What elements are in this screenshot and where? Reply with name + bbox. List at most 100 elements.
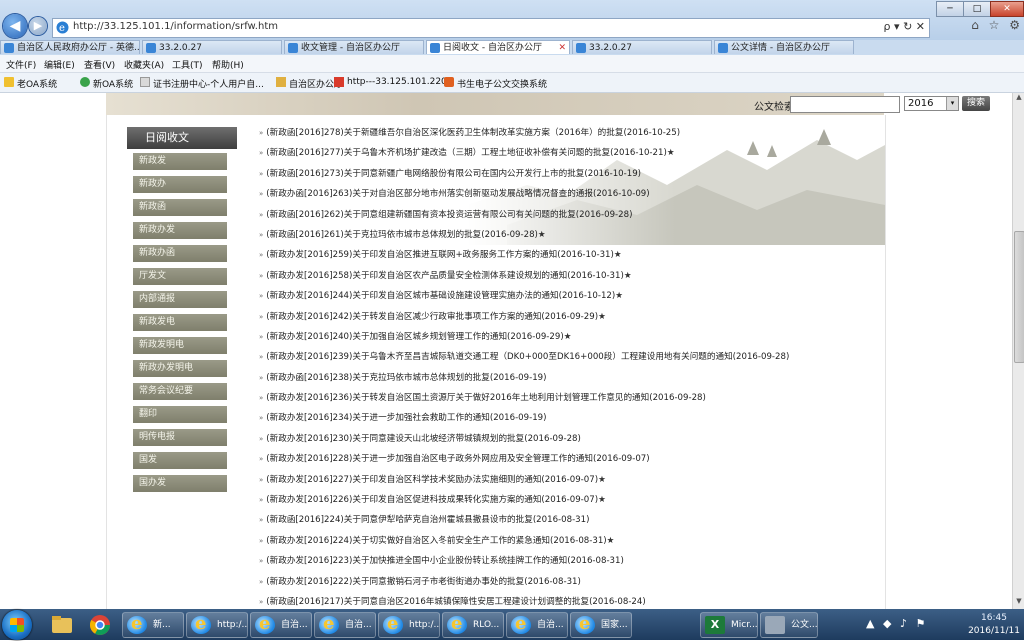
document-row[interactable]: » (新政办发[2016]236)关于转发自治区国土资源厅关于做好2016年土地利… (259, 388, 879, 408)
network-icon[interactable]: ▲ (866, 617, 874, 630)
tools-icon[interactable]: ⚙ (1009, 18, 1020, 32)
minimize-button[interactable]: ─ (936, 1, 964, 17)
menu-favorites[interactable]: 收藏夹(A) (124, 58, 164, 71)
taskbar-item[interactable]: 自治... (250, 612, 312, 638)
document-row[interactable]: » (新政函[2016]273)关于同意新疆广电网络股份有限公司在国内公开发行上市… (259, 164, 879, 184)
menu-edit[interactable]: 编辑(E) (44, 58, 75, 71)
document-row[interactable]: » (新政办发[2016]234)关于进一步加强社会救助工作的通知(2016-09… (259, 408, 879, 428)
clock-time[interactable]: 16:45 (966, 613, 1022, 623)
document-row[interactable]: » (新政办发[2016]223)关于加快推进全国中小企业股份转让系统挂牌工作的通… (259, 551, 879, 571)
document-row[interactable]: » (新政办发[2016]259)关于印发自治区推进互联网+政务服务工作方案的通知… (259, 245, 879, 265)
tab-3[interactable]: 收文管理 - 自治区办公厅 (284, 40, 424, 54)
nav-item-3[interactable]: 新政函 (133, 199, 227, 216)
taskbar-item[interactable]: 国家... (570, 612, 632, 638)
taskbar-item[interactable]: 新... (122, 612, 184, 638)
volume-icon[interactable]: ♪ (900, 617, 907, 630)
document-row[interactable]: » (新政办发[2016]242)关于转发自治区减少行政审批事项工作方案的通知(2… (259, 307, 879, 327)
document-link[interactable]: (新政办发[2016]244)关于印发自治区城市基础设施建设管理实施办法的通知(… (266, 291, 615, 301)
scroll-down-icon[interactable]: ▼ (1014, 597, 1024, 609)
document-link[interactable]: (新政函[2016]273)关于同意新疆广电网络股份有限公司在国内公开发行上市的… (266, 169, 641, 179)
document-row[interactable]: » (新政办发[2016]239)关于乌鲁木齐至昌吉城际轨道交通工程（DK0+00… (259, 347, 879, 367)
nav-item-12[interactable]: 翻印 (133, 406, 227, 423)
dropdown-icon[interactable]: ▾ (894, 20, 900, 33)
document-link[interactable]: (新政函[2016]262)关于同意组建新疆国有资本投资运营有限公司有关问题的批… (266, 210, 632, 220)
document-row[interactable]: » (新政办发[2016]244)关于印发自治区城市基础设施建设管理实施办法的通知… (259, 286, 879, 306)
document-row[interactable]: » (新政办发[2016]226)关于印发自治区促进科技成果转化实施方案的通知(2… (259, 490, 879, 510)
document-link[interactable]: (新政办发[2016]226)关于印发自治区促进科技成果转化实施方案的通知(20… (266, 495, 598, 505)
document-link[interactable]: (新政办发[2016]258)关于印发自治区农产品质量安全检测体系建设规划的通知… (266, 271, 624, 281)
taskbar-item[interactable]: X Micr... (700, 612, 758, 638)
document-row[interactable]: » (新政函[2016]262)关于同意组建新疆国有资本投资运营有限公司有关问题的… (259, 205, 879, 225)
nav-item-10[interactable]: 新政办发明电 (133, 360, 227, 377)
search-input[interactable] (790, 96, 900, 113)
address-url[interactable]: http://33.125.101.1/information/srfw.htm (73, 21, 278, 32)
security-icon[interactable]: ◆ (883, 617, 891, 630)
document-row[interactable]: » (新政函[2016]277)关于乌鲁木齐机场扩建改造（三期）工程土地征收补偿有… (259, 143, 879, 163)
document-link[interactable]: (新政办函[2016]238)关于克拉玛依市城市总体规划的批复(2016-09-… (266, 373, 546, 383)
tab-1[interactable]: 自治区人民政府办公厅 - 英德... (0, 40, 140, 54)
document-row[interactable]: » (新政函[2016]261)关于克拉玛依市城市总体规划的批复(2016-09-… (259, 225, 879, 245)
nav-item-5[interactable]: 新政办函 (133, 245, 227, 262)
fav-cert-center[interactable]: 证书注册中心-个人用户自... (140, 77, 264, 90)
menu-view[interactable]: 查看(V) (84, 58, 115, 71)
document-link[interactable]: (新政办发[2016]222)关于同意撤销石河子市老街街道办事处的批复(2016… (266, 577, 581, 587)
menu-help[interactable]: 帮助(H) (212, 58, 244, 71)
document-link[interactable]: (新政办发[2016]236)关于转发自治区国土资源厅关于做好2016年土地利用… (266, 393, 706, 403)
taskbar-item[interactable]: RLO... (442, 612, 504, 638)
scroll-up-icon[interactable]: ▲ (1014, 93, 1024, 105)
nav-item-8[interactable]: 新政发电 (133, 314, 227, 331)
year-select[interactable]: 2016 ▾ (904, 96, 959, 111)
nav-item-4[interactable]: 新政办发 (133, 222, 227, 239)
scroll-thumb[interactable] (1014, 231, 1024, 363)
clock-date[interactable]: 2016/11/11 (966, 626, 1022, 636)
document-row[interactable]: » (新政办发[2016]227)关于印发自治区科学技术奖励办法实施细则的通知(2… (259, 470, 879, 490)
vertical-scrollbar[interactable]: ▲ ▼ (1012, 93, 1024, 609)
forward-button[interactable]: ▶ (29, 17, 47, 35)
start-button[interactable] (2, 610, 32, 640)
document-row[interactable]: » (新政办发[2016]258)关于印发自治区农产品质量安全检测体系建设规划的通… (259, 266, 879, 286)
document-row[interactable]: » (新政函[2016]217)关于同意自治区2016年城镇保障性安居工程建设计划… (259, 592, 879, 609)
taskbar-item[interactable]: 自治... (314, 612, 376, 638)
maximize-button[interactable]: □ (963, 1, 991, 17)
close-button[interactable]: ✕ (990, 1, 1024, 17)
menu-file[interactable]: 文件(F) (6, 58, 36, 71)
document-row[interactable]: » (新政办函[2016]238)关于克拉玛依市城市总体规划的批复(2016-09… (259, 368, 879, 388)
favorites-icon[interactable]: ☆ (989, 18, 1000, 32)
tab-4-active[interactable]: 日阅收文 - 自治区办公厅 ✕ (426, 40, 570, 54)
back-button[interactable]: ◀ (3, 14, 27, 38)
document-link[interactable]: (新政函[2016]278)关于新疆维吾尔自治区深化医药卫生体制改革实施方案（2… (266, 128, 680, 138)
taskbar-item[interactable]: 公文... (760, 612, 818, 638)
document-link[interactable]: (新政函[2016]224)关于同意伊犁哈萨克自治州霍城县撤县设市的批复(201… (266, 515, 589, 525)
document-link[interactable]: (新政办函[2016]263)关于对自治区部分地市州落实创新驱动发展战略情况督查… (266, 189, 649, 199)
tab-2[interactable]: 33.2.0.27 (142, 40, 282, 54)
document-link[interactable]: (新政办发[2016]223)关于加快推进全国中小企业股份转让系统挂牌工作的通知… (266, 556, 624, 566)
document-row[interactable]: » (新政函[2016]278)关于新疆维吾尔自治区深化医药卫生体制改革实施方案（… (259, 123, 879, 143)
nav-item-14[interactable]: 国发 (133, 452, 227, 469)
chrome-pin[interactable] (80, 612, 120, 638)
nav-item-1[interactable]: 新政发 (133, 153, 227, 170)
document-row[interactable]: » (新政办发[2016]222)关于同意撤销石河子市老街街道办事处的批复(201… (259, 572, 879, 592)
explorer-pin[interactable] (42, 612, 82, 638)
document-row[interactable]: » (新政办发[2016]224)关于切实做好自治区入冬前安全生产工作的紧急通知(… (259, 531, 879, 551)
document-row[interactable]: » (新政办发[2016]240)关于加强自治区城乡规划管理工作的通知(2016-… (259, 327, 879, 347)
document-link[interactable]: (新政办发[2016]239)关于乌鲁木齐至昌吉城际轨道交通工程（DK0+000… (266, 352, 789, 362)
search-button[interactable]: 搜索 (962, 96, 990, 111)
document-row[interactable]: » (新政办发[2016]230)关于同意建设天山北坡经济带城镇规划的批复(201… (259, 429, 879, 449)
document-row[interactable]: » (新政办发[2016]228)关于进一步加强自治区电子政务外网应用及安全管理工… (259, 449, 879, 469)
taskbar-item[interactable]: http:/... (186, 612, 248, 638)
fav-new-oa[interactable]: 新OA系统 (80, 77, 133, 90)
document-link[interactable]: (新政办发[2016]240)关于加强自治区城乡规划管理工作的通知(2016-0… (266, 332, 563, 342)
nav-item-13[interactable]: 明传电报 (133, 429, 227, 446)
search-icon[interactable]: ρ (884, 20, 891, 33)
document-link[interactable]: (新政函[2016]277)关于乌鲁木齐机场扩建改造（三期）工程土地征收补偿有关… (266, 148, 667, 158)
document-link[interactable]: (新政办发[2016]242)关于转发自治区减少行政审批事项工作方案的通知(20… (266, 312, 598, 322)
document-link[interactable]: (新政办发[2016]259)关于印发自治区推进互联网+政务服务工作方案的通知(… (266, 250, 614, 260)
flag-icon[interactable]: ⚑ (915, 617, 925, 630)
document-link[interactable]: (新政函[2016]217)关于同意自治区2016年城镇保障性安居工程建设计划调… (266, 597, 645, 607)
taskbar-item[interactable]: 自治... (506, 612, 568, 638)
document-link[interactable]: (新政办发[2016]230)关于同意建设天山北坡经济带城镇规划的批复(2016… (266, 434, 581, 444)
nav-item-6[interactable]: 厅发文 (133, 268, 227, 285)
document-link[interactable]: (新政办发[2016]224)关于切实做好自治区入冬前安全生产工作的紧急通知(2… (266, 536, 606, 546)
nav-item-11[interactable]: 常务会议纪要 (133, 383, 227, 400)
document-link[interactable]: (新政办发[2016]227)关于印发自治区科学技术奖励办法实施细则的通知(20… (266, 475, 598, 485)
